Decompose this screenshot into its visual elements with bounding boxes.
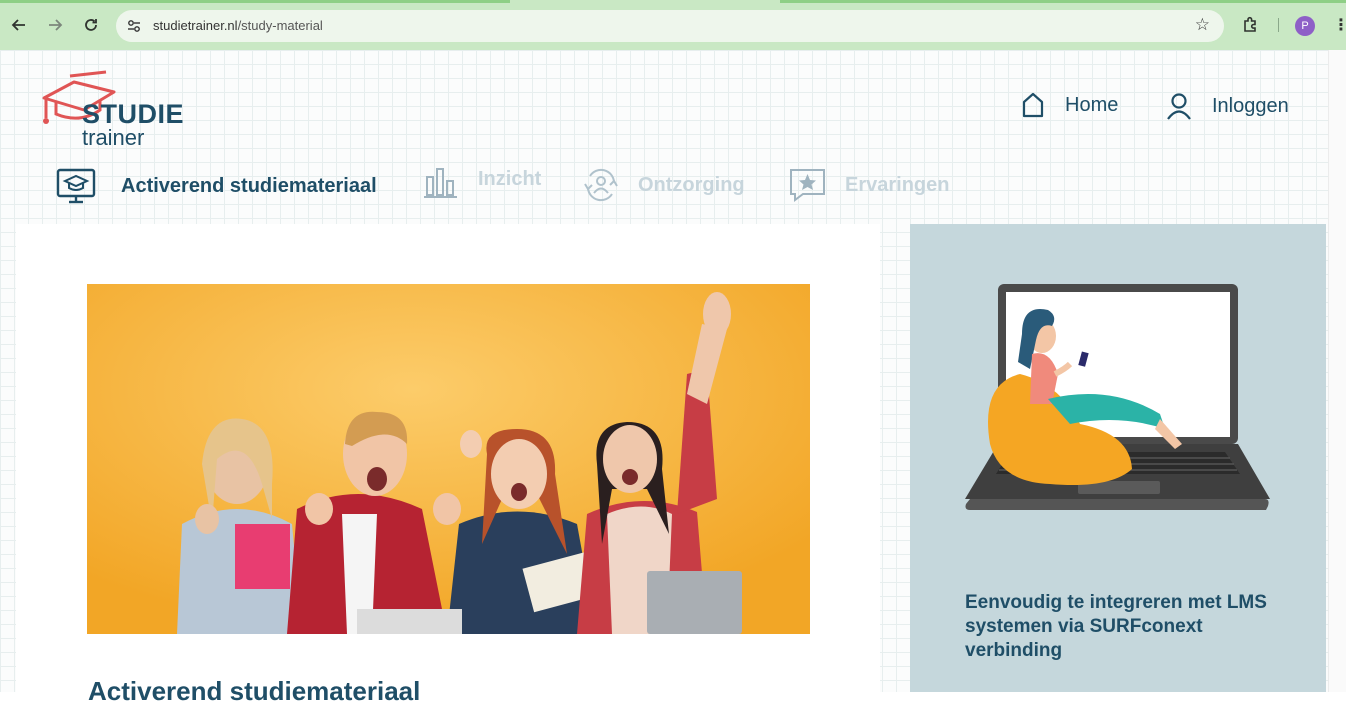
students-hero-image <box>87 284 810 634</box>
tab-strip-edge <box>780 0 1346 3</box>
presentation-icon <box>56 168 96 204</box>
url-text[interactable]: studietrainer.nl/study-material <box>153 18 323 33</box>
laptop-illustration <box>965 284 1270 510</box>
studietrainer-logo[interactable]: STUDIE trainer <box>40 70 200 150</box>
user-icon <box>1167 93 1191 120</box>
tab-label: Ervaringen <box>845 173 950 196</box>
url-domain: studietrainer.nl <box>153 18 238 33</box>
bookmark-star-icon[interactable]: ☆ <box>1195 15 1210 35</box>
site-settings-icon[interactable] <box>126 18 142 34</box>
tab-label: Inzicht <box>478 167 542 190</box>
login-label: Inloggen <box>1212 94 1289 117</box>
reload-button[interactable] <box>80 14 102 36</box>
forward-button[interactable] <box>44 14 66 36</box>
home-label: Home <box>1065 93 1119 116</box>
lms-info-card: Eenvoudig te integreren met LMS systemen… <box>910 224 1326 692</box>
user-refresh-icon <box>584 168 618 202</box>
home-icon <box>1022 92 1044 118</box>
back-button[interactable] <box>8 14 30 36</box>
tab-inzicht[interactable]: Inzicht <box>424 165 541 199</box>
login-link[interactable]: Inloggen <box>1166 92 1289 120</box>
star-chat-icon <box>790 169 825 202</box>
arrow-left-icon <box>11 19 25 31</box>
tab-label: Ontzorging <box>638 173 745 196</box>
tab-ontzorging[interactable]: Ontzorging <box>582 168 745 202</box>
tab-label: Activerend studiemateriaal <box>121 174 377 197</box>
browser-menu-icon[interactable]: ⋮ <box>1333 15 1346 34</box>
arrow-right-icon <box>49 19 63 31</box>
page-scrollbar[interactable] <box>1328 50 1346 692</box>
lms-integration-text: Eenvoudig te integreren met LMS systemen… <box>965 592 1267 661</box>
extensions-puzzle-icon[interactable] <box>1241 15 1261 35</box>
bar-chart-icon <box>424 168 457 198</box>
url-path: /study-material <box>237 18 323 33</box>
browser-toolbar: studietrainer.nl/study-material ☆ P ⋮ <box>0 0 1346 50</box>
tab-strip-edge <box>0 0 510 3</box>
page-content: STUDIE trainer Home Inloggen Activerend … <box>0 50 1346 706</box>
address-bar[interactable]: studietrainer.nl/study-material ☆ <box>116 10 1224 42</box>
profile-avatar[interactable]: P <box>1295 16 1315 36</box>
logo-text-trainer: trainer <box>82 125 145 150</box>
tab-activerend-studiemateriaal[interactable]: Activerend studiemateriaal <box>56 168 377 204</box>
reload-icon <box>85 19 97 31</box>
toolbar-separator <box>1278 18 1279 32</box>
tab-ervaringen[interactable]: Ervaringen <box>789 168 949 202</box>
home-link[interactable]: Home <box>1021 92 1118 118</box>
